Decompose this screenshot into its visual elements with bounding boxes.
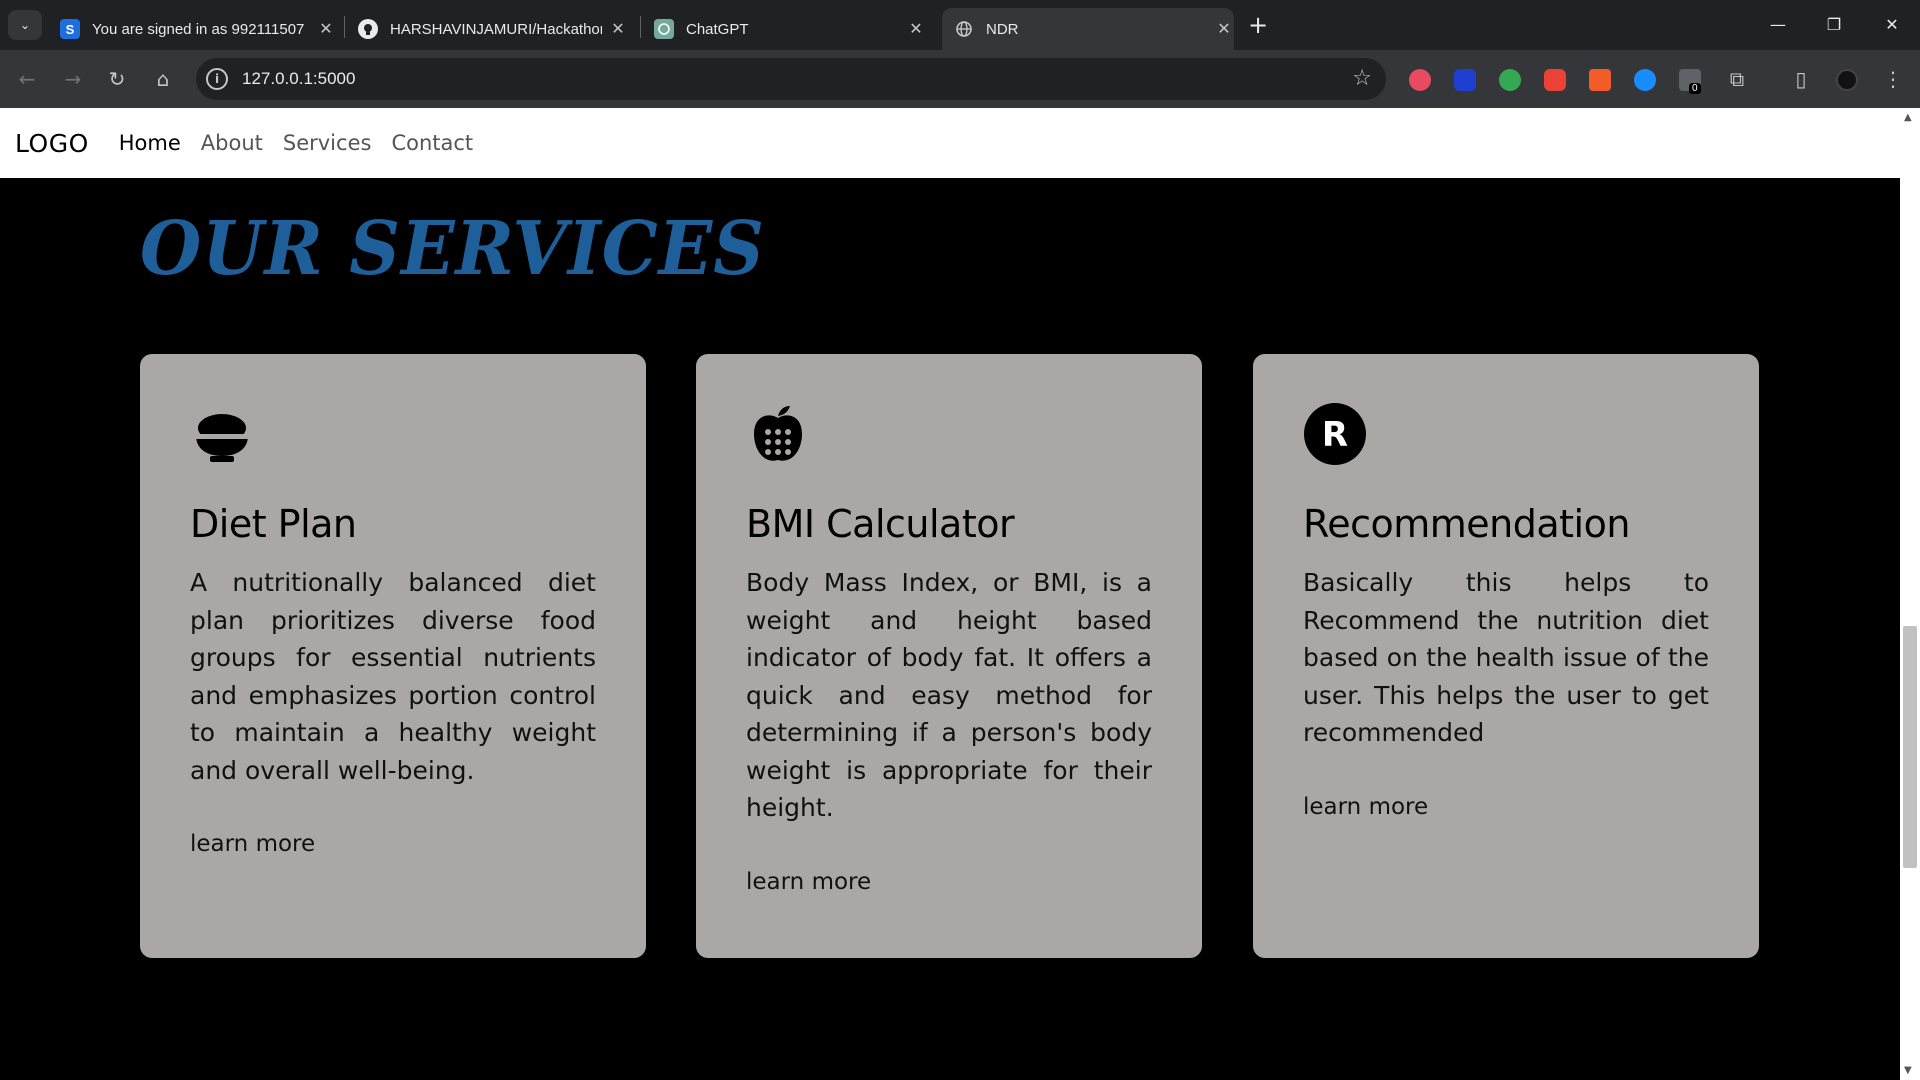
nav-link-about[interactable]: About bbox=[201, 131, 263, 155]
registered-r-icon: R bbox=[1304, 403, 1366, 465]
url-text[interactable]: 127.0.0.1:5000 bbox=[242, 69, 355, 89]
tab-divider bbox=[344, 16, 345, 38]
page-viewport: LOGO Home About Services Contact OUR SER… bbox=[0, 108, 1900, 1080]
service-card-recommendation: R Recommendation Basically this helps to… bbox=[1253, 354, 1759, 958]
extension-icon[interactable] bbox=[1454, 69, 1476, 91]
chatgpt-icon bbox=[654, 19, 674, 39]
scroll-down-arrow-icon[interactable]: ▼ bbox=[1904, 1065, 1912, 1076]
home-icon[interactable]: ⌂ bbox=[148, 64, 178, 94]
side-panel-icon[interactable]: ▯ bbox=[1786, 64, 1816, 94]
card-description: Body Mass Index, or BMI, is a weight and… bbox=[746, 568, 1152, 822]
restore-icon[interactable]: ❐ bbox=[1806, 8, 1862, 42]
card-title: Recommendation bbox=[1303, 502, 1630, 546]
back-arrow-icon[interactable]: ← bbox=[12, 64, 42, 94]
new-tab-button[interactable]: + bbox=[1244, 12, 1272, 40]
card-title: Diet Plan bbox=[190, 502, 357, 546]
card-description: Basically this helps to Recommend the nu… bbox=[1303, 568, 1709, 747]
rice-bowl-icon bbox=[194, 414, 250, 462]
page-scrollbar[interactable]: ▲ ▼ bbox=[1900, 108, 1920, 1080]
nav-links: Home About Services Contact bbox=[119, 131, 473, 155]
chevron-down-icon: ⌄ bbox=[19, 18, 31, 32]
tab-title: NDR bbox=[986, 20, 1019, 38]
nav-link-home[interactable]: Home bbox=[119, 131, 181, 155]
forward-arrow-icon[interactable]: → bbox=[58, 64, 88, 94]
service-card-bmi-calculator: BMI Calculator Body Mass Index, or BMI, … bbox=[696, 354, 1202, 958]
scrollbar-thumb[interactable] bbox=[1903, 626, 1917, 868]
globe-icon bbox=[954, 19, 974, 39]
tab-github[interactable]: HARSHAVINJAMURI/Hackathon ✕ bbox=[356, 8, 628, 50]
close-icon[interactable]: ✕ bbox=[906, 19, 926, 39]
bookmark-star-icon[interactable]: ☆ bbox=[1352, 66, 1372, 91]
s-favicon-icon: S bbox=[60, 19, 80, 39]
card-description: A nutritionally balanced diet plan prior… bbox=[190, 568, 596, 785]
reload-icon[interactable]: ↻ bbox=[102, 64, 132, 94]
window-close-icon[interactable]: ✕ bbox=[1864, 8, 1920, 42]
minimize-icon[interactable]: — bbox=[1750, 8, 1806, 42]
close-icon[interactable]: ✕ bbox=[1214, 19, 1234, 39]
close-icon[interactable]: ✕ bbox=[608, 19, 628, 39]
nav-link-services[interactable]: Services bbox=[283, 131, 372, 155]
site-navbar: LOGO Home About Services Contact bbox=[0, 108, 1900, 178]
extension-icon[interactable] bbox=[1499, 69, 1521, 91]
apple-calculator-icon bbox=[754, 406, 802, 461]
browser-tabstrip: ⌄ S You are signed in as 992111507 ✕ HAR… bbox=[0, 0, 1920, 50]
browser-toolbar: ← → ↻ ⌂ i 127.0.0.1:5000 ☆ 0 ⧉ ▯ ⋮ bbox=[0, 50, 1920, 108]
tab-title: You are signed in as 992111507 bbox=[92, 20, 305, 38]
tab-title: ChatGPT bbox=[686, 20, 749, 38]
tab-search-button[interactable]: ⌄ bbox=[8, 10, 42, 40]
address-bar[interactable]: i 127.0.0.1:5000 ☆ bbox=[196, 58, 1386, 100]
puzzle-extensions-icon[interactable]: ⧉ bbox=[1722, 64, 1752, 94]
extension-icon[interactable] bbox=[1589, 69, 1611, 91]
profile-avatar[interactable] bbox=[1836, 69, 1858, 91]
kebab-menu-icon[interactable]: ⋮ bbox=[1878, 64, 1908, 94]
card-title: BMI Calculator bbox=[746, 502, 1015, 546]
tab-title: HARSHAVINJAMURI/Hackathon bbox=[390, 20, 602, 38]
learn-more-link[interactable]: learn more bbox=[190, 831, 315, 857]
service-card-diet-plan: Diet Plan A nutritionally balanced diet … bbox=[140, 354, 646, 958]
extension-icon[interactable] bbox=[1409, 69, 1431, 91]
learn-more-link[interactable]: learn more bbox=[1303, 794, 1428, 820]
site-info-icon[interactable]: i bbox=[206, 68, 228, 90]
learn-more-link[interactable]: learn more bbox=[746, 869, 871, 895]
extension-badge: 0 bbox=[1689, 83, 1701, 94]
extension-icon[interactable] bbox=[1544, 69, 1566, 91]
tab-chatgpt[interactable]: ChatGPT ✕ bbox=[654, 8, 926, 50]
extension-icon[interactable] bbox=[1634, 69, 1656, 91]
section-title: OUR SERVICES bbox=[140, 206, 765, 292]
tab-divider bbox=[640, 16, 641, 38]
close-icon[interactable]: ✕ bbox=[316, 19, 336, 39]
nav-link-contact[interactable]: Contact bbox=[391, 131, 473, 155]
svg-text:R: R bbox=[1322, 415, 1348, 455]
tab-signed-in[interactable]: S You are signed in as 992111507 ✕ bbox=[56, 8, 336, 50]
scroll-up-arrow-icon[interactable]: ▲ bbox=[1904, 112, 1912, 123]
github-icon bbox=[358, 19, 378, 39]
tab-ndr[interactable]: NDR ✕ bbox=[942, 8, 1234, 50]
site-logo[interactable]: LOGO bbox=[15, 129, 89, 158]
